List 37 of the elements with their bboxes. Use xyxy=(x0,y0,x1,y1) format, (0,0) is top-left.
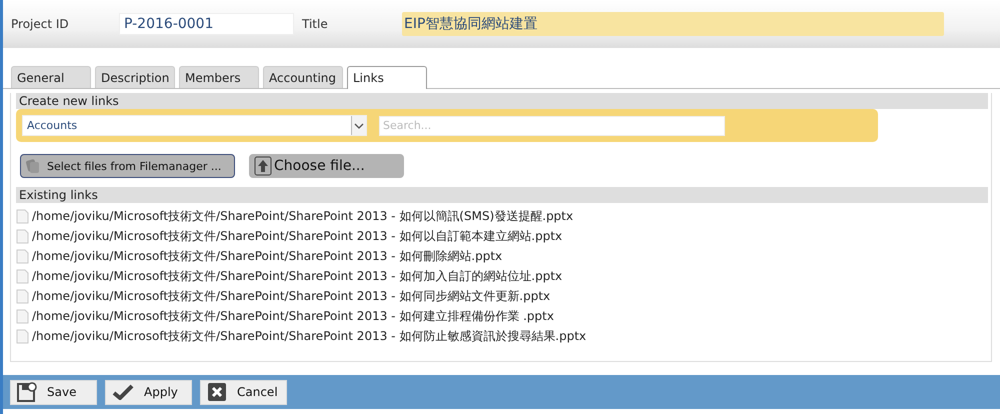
document-icon xyxy=(16,208,29,224)
checkmark-icon xyxy=(112,384,134,400)
tab[interactable]: General xyxy=(11,66,91,88)
footer-button[interactable]: Apply xyxy=(105,380,192,404)
file-link[interactable]: /home/joviku/Microsoft技術文件/SharePoint/SharePoint 2013 - 如何防止敏感資訊於搜尋結果.pptx xyxy=(32,328,586,344)
search-field[interactable]: Search... xyxy=(379,116,725,136)
document-icon xyxy=(16,328,29,344)
footer-button[interactable]: Save xyxy=(10,380,97,404)
document-icon xyxy=(16,308,29,324)
tab[interactable]: Description xyxy=(95,66,175,88)
tab[interactable]: Links xyxy=(347,66,427,89)
file-link[interactable]: /home/joviku/Microsoft技術文件/SharePoint/SharePoint 2013 - 如何刪除網站.pptx xyxy=(32,248,502,264)
file-button[interactable]: Select files from Filemanager ... xyxy=(20,154,235,178)
file-link[interactable]: /home/joviku/Microsoft技術文件/SharePoint/SharePoint 2013 - 如何以簡訊(SMS)發送提醒.pptx xyxy=(32,208,574,224)
file-button[interactable]: Choose file... xyxy=(249,154,404,178)
file-link[interactable]: /home/joviku/Microsoft技術文件/SharePoint/SharePoint 2013 - 如何以自訂範本建立網站.pptx xyxy=(32,228,562,244)
close-icon xyxy=(207,382,227,402)
tab[interactable]: Accounting xyxy=(263,66,343,88)
document-icon xyxy=(16,268,29,284)
tab[interactable]: Members xyxy=(179,66,259,88)
field-label: Project ID xyxy=(11,17,70,31)
section-header: Existing links xyxy=(16,187,988,203)
project-id-field[interactable]: P-2016-0001 xyxy=(119,13,294,35)
document-icon xyxy=(16,288,29,304)
footer-button[interactable]: Cancel xyxy=(200,380,287,404)
section-header: Create new links xyxy=(16,93,988,109)
document-icon xyxy=(16,228,29,244)
field-label: Title xyxy=(302,17,329,31)
title-field[interactable]: EIP智慧協同網站建置 xyxy=(402,12,944,36)
document-icon xyxy=(16,248,29,264)
dropdown[interactable]: Accounts xyxy=(22,115,367,136)
file-link[interactable]: /home/joviku/Microsoft技術文件/SharePoint/SharePoint 2013 - 如何加入自訂的網站位址.pptx xyxy=(32,268,562,284)
file-link[interactable]: /home/joviku/Microsoft技術文件/SharePoint/SharePoint 2013 - 如何建立排程備份作業 .pptx xyxy=(32,308,554,324)
caret-icon xyxy=(351,116,366,135)
files-icon xyxy=(25,158,41,174)
upload-icon xyxy=(254,156,272,176)
file-link[interactable]: /home/joviku/Microsoft技術文件/SharePoint/SharePoint 2013 - 如何同步網站文件更新.pptx xyxy=(32,288,550,304)
